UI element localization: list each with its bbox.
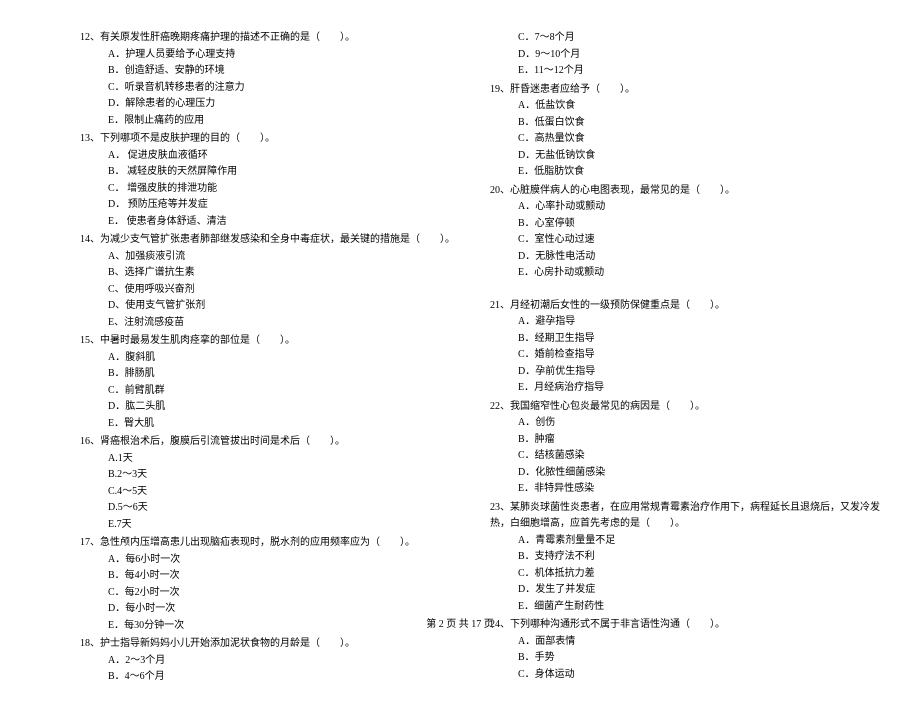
question: C．7～8个月D．9～10个月E．11～12个月: [490, 30, 880, 80]
option: B．低蛋白饮食: [490, 115, 880, 132]
option: A．低盐饮食: [490, 98, 880, 115]
option: A、加强痰液引流: [80, 249, 470, 266]
option: C．前臂肌群: [80, 383, 470, 400]
option: C、使用呼吸兴奋剂: [80, 282, 470, 299]
question-text: 12、有关原发性肝癌晚期疼痛护理的描述不正确的是（ ）。: [80, 30, 470, 47]
option: A．每6小时一次: [80, 552, 470, 569]
option: A.1天: [80, 451, 470, 468]
option: C．结核菌感染: [490, 448, 880, 465]
option: A．护理人员要给予心理支持: [80, 47, 470, 64]
option: A．腹斜肌: [80, 350, 470, 367]
right-column: C．7～8个月D．9～10个月E．11～12个月19、肝昏迷患者应给予（ ）。A…: [490, 30, 880, 688]
option: C．室性心动过速: [490, 232, 880, 249]
option: C． 增强皮肤的排泄功能: [80, 181, 470, 198]
option: C．每2小时一次: [80, 585, 470, 602]
option: B．创造舒适、安静的环境: [80, 63, 470, 80]
page-container: 12、有关原发性肝癌晚期疼痛护理的描述不正确的是（ ）。A．护理人员要给予心理支…: [0, 0, 920, 718]
question-text: 13、下列哪项不是皮肤护理的目的（ ）。: [80, 131, 470, 148]
option: C．身体运动: [490, 667, 880, 684]
question-text: 21、月经初潮后女性的一级预防保健重点是（ ）。: [490, 298, 880, 315]
option: E．低脂肪饮食: [490, 164, 880, 181]
question-text: 15、中暑时最易发生肌肉痉挛的部位是（ ）。: [80, 333, 470, 350]
question-text: 18、护士指导新妈妈小儿开始添加泥状食物的月龄是（ ）。: [80, 636, 470, 653]
option: A．创伤: [490, 415, 880, 432]
option: A．青霉素剂量量不足: [490, 533, 880, 550]
option: C．7～8个月: [490, 30, 880, 47]
option: E． 使患者身体舒适、清洁: [80, 214, 470, 231]
option: D．解除患者的心理压力: [80, 96, 470, 113]
question-text: 16、肾癌根治术后，腹膜后引流管拔出时间是术后（ ）。: [80, 434, 470, 451]
option: B．经期卫生指导: [490, 331, 880, 348]
question-text: 23、某肺炎球菌性炎患者，在应用常规青霉素治疗作用下，病程延长且退烧后，又发冷发…: [490, 500, 880, 533]
option: C．听录音机转移患者的注意力: [80, 80, 470, 97]
option: E．细菌产生耐药性: [490, 599, 880, 616]
option: A．心率扑动或颤动: [490, 199, 880, 216]
option: B．腓肠肌: [80, 366, 470, 383]
option: D．无盐低钠饮食: [490, 148, 880, 165]
option: C．高热量饮食: [490, 131, 880, 148]
question: 16、肾癌根治术后，腹膜后引流管拔出时间是术后（ ）。A.1天B.2～3天C.4…: [80, 434, 470, 533]
option: B．每4小时一次: [80, 568, 470, 585]
question: 12、有关原发性肝癌晚期疼痛护理的描述不正确的是（ ）。A．护理人员要给予心理支…: [80, 30, 470, 129]
question-text: 22、我国缩窄性心包炎最常见的病因是（ ）。: [490, 399, 880, 416]
question-text: 14、为减少支气管扩张患者肺部继发感染和全身中毒症状，最关键的措施是（ ）。: [80, 232, 470, 249]
option: E．11～12个月: [490, 63, 880, 80]
page-footer: 第 2 页 共 17 页: [0, 615, 920, 630]
option: B.2～3天: [80, 467, 470, 484]
option: A．避孕指导: [490, 314, 880, 331]
option: E、注射流感疫苗: [80, 315, 470, 332]
option: C.4～5天: [80, 484, 470, 501]
option: E．臀大肌: [80, 416, 470, 433]
option: D． 预防压疮等并发症: [80, 197, 470, 214]
option: A．2～3个月: [80, 653, 470, 670]
option: D．化脓性细菌感染: [490, 465, 880, 482]
option: A．面部表情: [490, 634, 880, 651]
option: E．非特异性感染: [490, 481, 880, 498]
option: D．发生了并发症: [490, 582, 880, 599]
option: C．机体抵抗力差: [490, 566, 880, 583]
option: B． 减轻皮肤的天然屏障作用: [80, 164, 470, 181]
question: 22、我国缩窄性心包炎最常见的病因是（ ）。A．创伤B．肿瘤C．结核菌感染D．化…: [490, 399, 880, 498]
option: B、选择广谱抗生素: [80, 265, 470, 282]
spacer: [490, 284, 880, 298]
left-column: 12、有关原发性肝癌晚期疼痛护理的描述不正确的是（ ）。A．护理人员要给予心理支…: [80, 30, 470, 688]
question: 13、下列哪项不是皮肤护理的目的（ ）。A． 促进皮肤血液循环B． 减轻皮肤的天…: [80, 131, 470, 230]
question: 15、中暑时最易发生肌肉痉挛的部位是（ ）。A．腹斜肌B．腓肠肌C．前臂肌群D．…: [80, 333, 470, 432]
question-text: 20、心脏膜伴病人的心电图表现，最常见的是（ ）。: [490, 183, 880, 200]
option: A． 促进皮肤血液循环: [80, 148, 470, 165]
question: 18、护士指导新妈妈小儿开始添加泥状食物的月龄是（ ）。A．2～3个月B．4～6…: [80, 636, 470, 686]
option: E．心房扑动或颤动: [490, 265, 880, 282]
option: D．肱二头肌: [80, 399, 470, 416]
option: B．支持疗法不利: [490, 549, 880, 566]
option: D．9～10个月: [490, 47, 880, 64]
question-text: 17、急性颅内压增高患儿出现脑疝表现时，脱水剂的应用频率应为（ ）。: [80, 535, 470, 552]
option: D、使用支气管扩张剂: [80, 298, 470, 315]
question: 20、心脏膜伴病人的心电图表现，最常见的是（ ）。A．心率扑动或颤动B．心室停顿…: [490, 183, 880, 282]
question-text: 19、肝昏迷患者应给予（ ）。: [490, 82, 880, 99]
question: 19、肝昏迷患者应给予（ ）。A．低盐饮食B．低蛋白饮食C．高热量饮食D．无盐低…: [490, 82, 880, 181]
option: B．肿瘤: [490, 432, 880, 449]
option: C．婚前检查指导: [490, 347, 880, 364]
option: B．手势: [490, 650, 880, 667]
question: 21、月经初潮后女性的一级预防保健重点是（ ）。A．避孕指导B．经期卫生指导C．…: [490, 298, 880, 397]
option: D.5～6天: [80, 500, 470, 517]
question: 23、某肺炎球菌性炎患者，在应用常规青霉素治疗作用下，病程延长且退烧后，又发冷发…: [490, 500, 880, 616]
option: D．无脉性电活动: [490, 249, 880, 266]
option: B．4～6个月: [80, 669, 470, 686]
option: E.7天: [80, 517, 470, 534]
question: 14、为减少支气管扩张患者肺部继发感染和全身中毒症状，最关键的措施是（ ）。A、…: [80, 232, 470, 331]
option: E．限制止痛药的应用: [80, 113, 470, 130]
option: D．孕前优生指导: [490, 364, 880, 381]
option: B．心室停顿: [490, 216, 880, 233]
option: E．月经病治疗指导: [490, 380, 880, 397]
